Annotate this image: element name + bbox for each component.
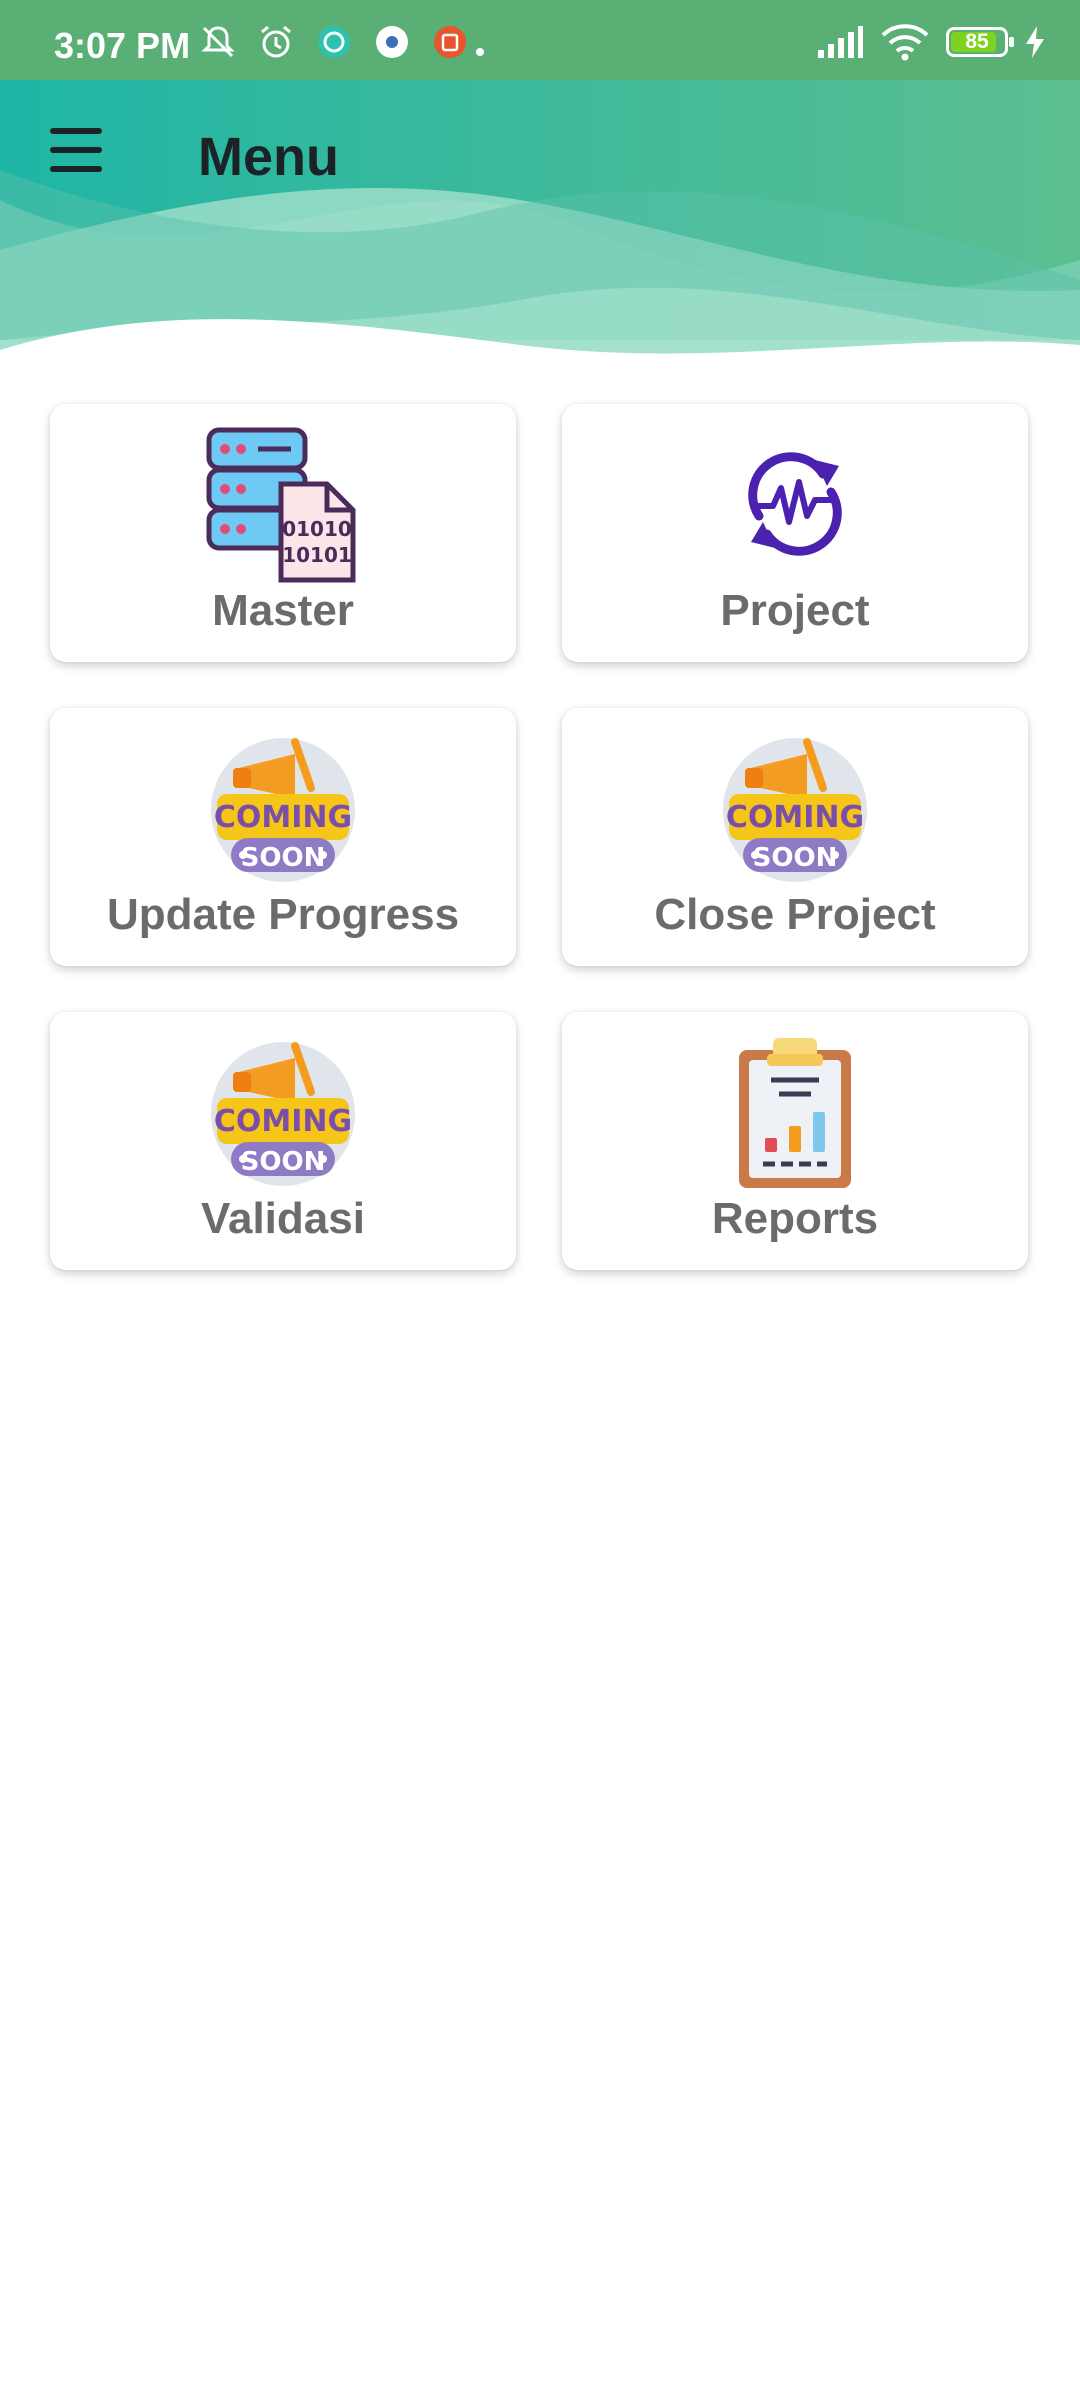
svg-text:SOON: SOON	[241, 1147, 326, 1177]
database-icon: 01010 10101	[203, 424, 363, 584]
menu-card-validasi[interactable]: COMING SOON Validasi	[50, 1012, 516, 1270]
signal-icon	[816, 22, 864, 62]
menu-card-reports[interactable]: Reports	[562, 1012, 1028, 1270]
svg-text:COMING: COMING	[214, 800, 352, 835]
coming-soon-icon: COMING SOON	[203, 1032, 363, 1192]
coming-soon-icon: COMING SOON	[203, 728, 363, 888]
project-activity-icon	[715, 424, 875, 584]
menu-card-label: Validasi	[201, 1194, 365, 1243]
page-title: Menu	[198, 127, 339, 187]
menu-card-label: Project	[720, 586, 870, 635]
status-bar: 3:07 PM 85	[0, 0, 1080, 80]
svg-text:01010: 01010	[282, 517, 352, 541]
clipboard-report-icon	[715, 1032, 875, 1192]
menu-card-project[interactable]: Project	[562, 404, 1028, 662]
svg-text:SOON: SOON	[753, 843, 838, 873]
shop-app-icon	[430, 22, 470, 62]
notification-dot	[476, 48, 484, 56]
menu-card-master[interactable]: 01010 10101 Master	[50, 404, 516, 662]
battery-icon: 85	[946, 27, 1014, 57]
settings-app-icon	[372, 22, 412, 62]
hamburger-menu-icon[interactable]	[44, 128, 108, 184]
coming-soon-icon: COMING SOON	[715, 728, 875, 888]
svg-text:COMING: COMING	[726, 800, 864, 835]
charging-icon	[1024, 22, 1046, 62]
status-time: 3:07 PM	[54, 25, 191, 66]
wifi-icon	[880, 22, 930, 62]
svg-text:SOON: SOON	[241, 843, 326, 873]
alarm-icon	[256, 22, 296, 62]
menu-card-label: Master	[212, 586, 354, 635]
mute-icon	[198, 22, 238, 62]
menu-card-close-project[interactable]: COMING SOON Close Project	[562, 708, 1028, 966]
svg-text:10101: 10101	[282, 543, 352, 567]
svg-text:COMING: COMING	[214, 1104, 352, 1139]
menu-card-label: Close Project	[654, 890, 936, 939]
menu-card-label: Update Progress	[106, 890, 460, 939]
menu-card-label: Reports	[711, 1194, 879, 1243]
menu-card-update-progress[interactable]: COMING SOON Update Progress	[50, 708, 516, 966]
battery-level: 85	[965, 30, 989, 53]
whatsapp-icon	[314, 22, 354, 62]
